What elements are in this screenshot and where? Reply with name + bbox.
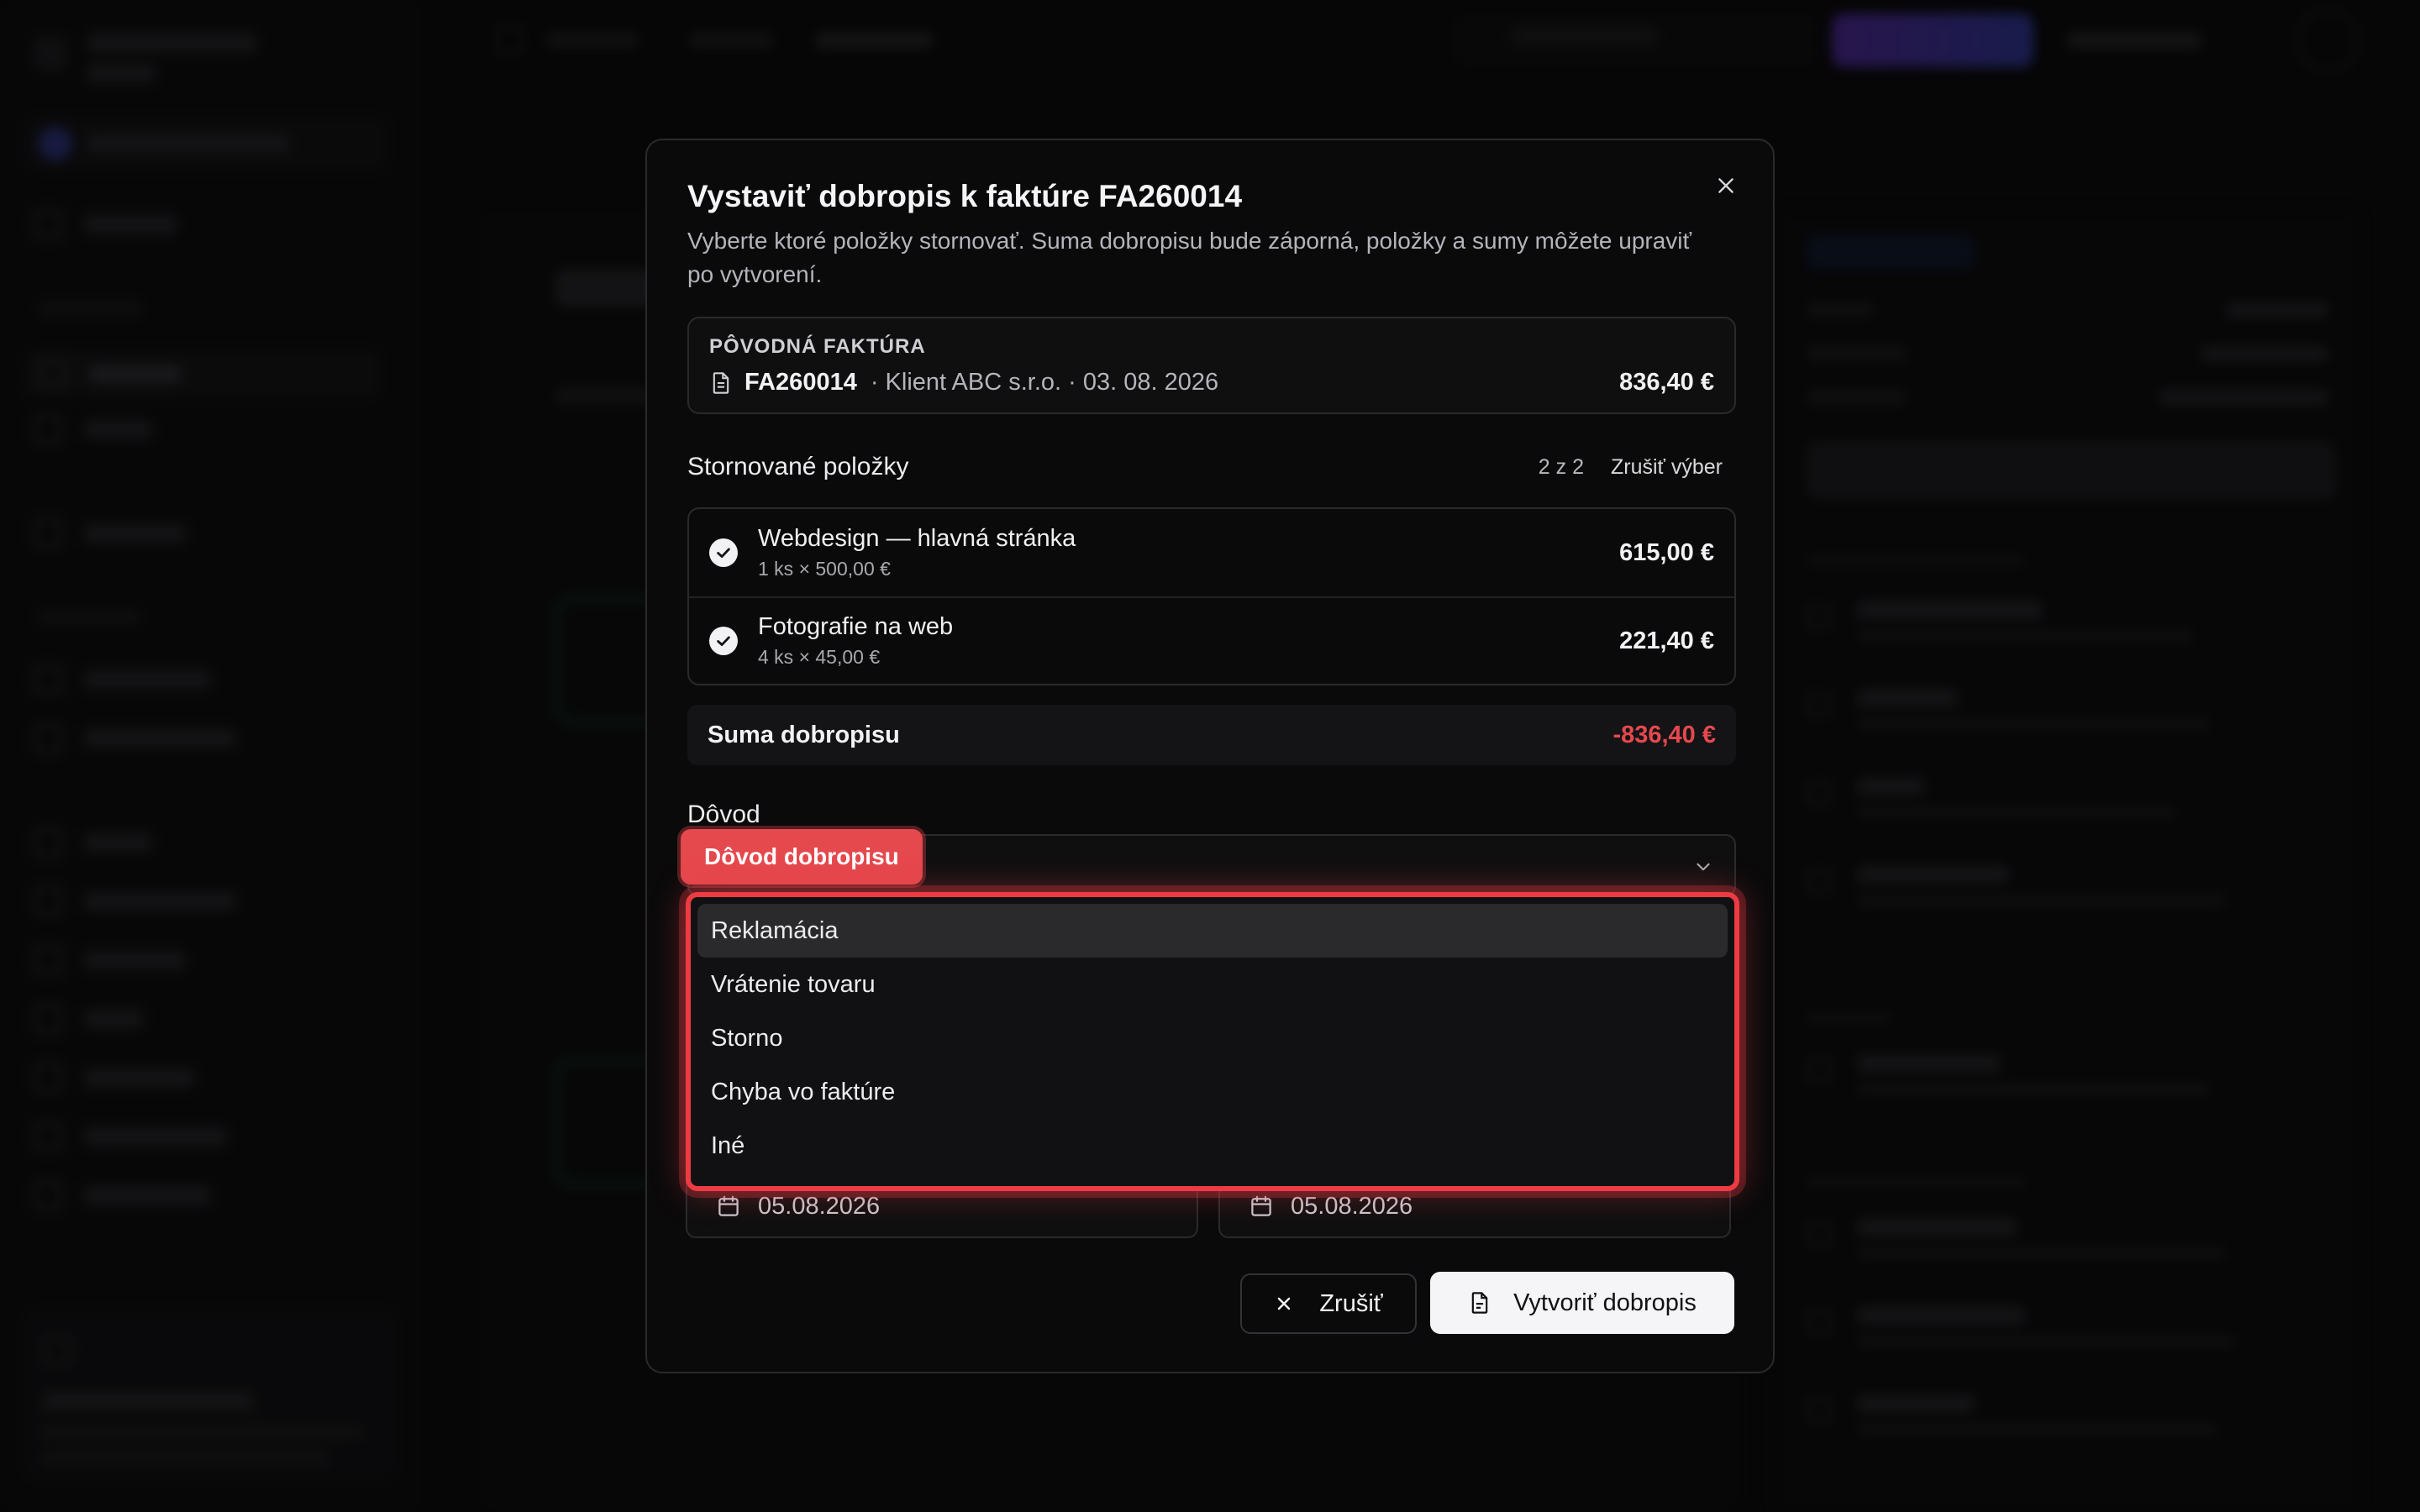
create-credit-note-button[interactable]: Vytvoriť dobropis bbox=[1430, 1272, 1734, 1334]
calendar-icon bbox=[718, 1195, 739, 1216]
calendar-icon bbox=[1251, 1195, 1271, 1216]
delivery-date-value: 05.08.2026 bbox=[1291, 1192, 1413, 1220]
file-icon bbox=[1471, 1292, 1488, 1314]
reason-option-reklamacia[interactable]: Reklamácia bbox=[697, 904, 1728, 958]
item-name: Webdesign — hlavná stránka bbox=[758, 525, 1076, 552]
close-icon bbox=[1718, 178, 1733, 193]
item-amount: 615,00 € bbox=[1619, 538, 1714, 566]
reason-option-vratenie-tovaru[interactable]: Vrátenie tovaru bbox=[697, 958, 1728, 1011]
modal-description: Vyberte ktoré položky stornovať. Suma do… bbox=[687, 228, 1692, 287]
credit-sum-row: Suma dobropisu -836,40 € bbox=[687, 705, 1736, 765]
reason-option-chyba-vo-fakture[interactable]: Chyba vo faktúre bbox=[697, 1065, 1728, 1119]
create-button-label: Vytvoriť dobropis bbox=[1513, 1289, 1697, 1316]
credit-sum-amount: -836,40 € bbox=[1612, 721, 1716, 748]
items-count: 2 z 2 bbox=[1538, 454, 1584, 479]
cancel-button-label: Zrušiť bbox=[1319, 1289, 1383, 1317]
item-detail: 4 ks × 45,00 € bbox=[758, 646, 881, 668]
original-invoice-meta: · Klient ABC s.r.o. · 03. 08. 2026 bbox=[870, 369, 1219, 396]
document-icon bbox=[713, 371, 729, 394]
cancel-button[interactable]: Zrušiť bbox=[1240, 1273, 1417, 1334]
list-item[interactable]: Webdesign — hlavná stránka 1 ks × 500,00… bbox=[689, 509, 1734, 596]
credit-sum-label: Suma dobropisu bbox=[708, 721, 900, 748]
items-list: Webdesign — hlavná stránka 1 ks × 500,00… bbox=[687, 507, 1736, 685]
chevron-down-icon bbox=[1697, 863, 1710, 871]
reason-option-storno[interactable]: Storno bbox=[697, 1011, 1728, 1065]
item-name: Fotografie na web bbox=[758, 613, 954, 640]
original-invoice-amount: 836,40 € bbox=[1619, 369, 1714, 396]
original-invoice-number: FA260014 bbox=[744, 369, 857, 396]
items-title: Stornované položky bbox=[687, 453, 909, 480]
clear-selection-button[interactable]: Zrušiť výber bbox=[1611, 455, 1723, 480]
items-header: Stornované položky 2 z 2 Zrušiť výber bbox=[687, 453, 1736, 481]
item-detail: 1 ks × 500,00 € bbox=[758, 558, 891, 580]
reason-annotation-tag: Dôvod dobropisu bbox=[681, 829, 923, 885]
original-invoice-card: PÔVODNÁ FAKTÚRA FA260014 · Klient ABC s.… bbox=[687, 317, 1736, 414]
original-invoice-label: PÔVODNÁ FAKTÚRA bbox=[709, 335, 926, 358]
reason-dropdown: Reklamácia Vrátenie tovaru Storno Chyba … bbox=[686, 892, 1739, 1191]
reason-label: Dôvod bbox=[687, 801, 760, 828]
reason-option-ine[interactable]: Iné bbox=[697, 1119, 1728, 1173]
modal-title: Vystaviť dobropis k faktúre FA260014 bbox=[687, 179, 1243, 213]
check-circle-icon[interactable] bbox=[709, 627, 738, 655]
close-button[interactable] bbox=[1709, 169, 1743, 202]
check-circle-icon[interactable] bbox=[709, 538, 738, 567]
list-item[interactable]: Fotografie na web 4 ks × 45,00 € 221,40 … bbox=[689, 596, 1734, 684]
item-amount: 221,40 € bbox=[1619, 627, 1714, 654]
x-icon bbox=[1278, 1297, 1291, 1310]
issue-date-value: 05.08.2026 bbox=[758, 1192, 881, 1220]
